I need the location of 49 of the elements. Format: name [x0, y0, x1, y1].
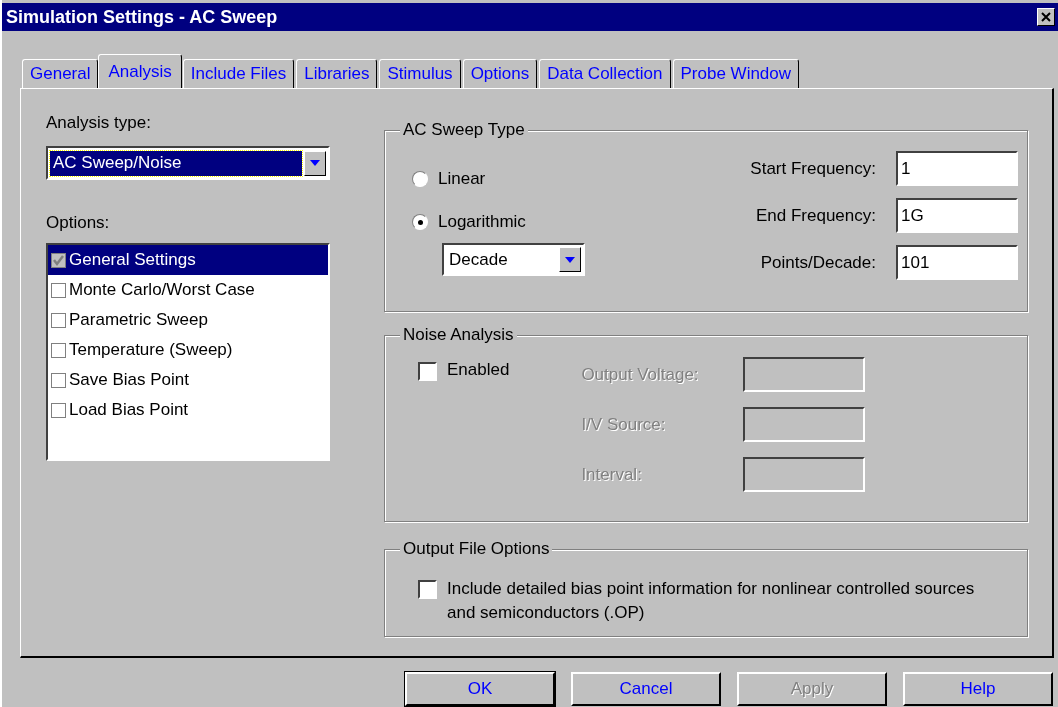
caret-icon: [310, 160, 320, 166]
dialog-button[interactable]: OK: [405, 672, 555, 706]
field-label: Interval:: [581, 464, 643, 485]
list-item[interactable]: General Settings: [48, 245, 328, 275]
list-item[interactable]: Temperature (Sweep): [48, 335, 328, 365]
tab[interactable]: Probe Window: [672, 59, 800, 88]
checkbox[interactable]: [51, 342, 66, 358]
close-icon: [1040, 11, 1052, 23]
tab[interactable]: Stimulus: [379, 59, 461, 88]
input-field[interactable]: 1: [896, 151, 1018, 186]
field-label: Points/Decade:: [760, 252, 876, 273]
close-button[interactable]: [1037, 8, 1055, 26]
step-dropdown[interactable]: Decade: [442, 243, 585, 276]
checkbox[interactable]: [51, 282, 66, 298]
tab[interactable]: Options: [462, 59, 538, 88]
tab[interactable]: Data Collection: [539, 59, 671, 88]
list-item[interactable]: Save Bias Point: [48, 365, 328, 395]
radio-button[interactable]: [412, 214, 428, 230]
field-label: Options:: [46, 212, 111, 234]
tab[interactable]: Analysis: [98, 54, 182, 88]
radio-label: Logarithmic: [438, 211, 526, 233]
window-title: Simulation Settings - AC Sweep: [6, 6, 278, 28]
input-field[interactable]: 101: [896, 245, 1018, 280]
checkbox-label: Include detailed bias point information for nonlinear controlled sources and semiconductors (.OP): [447, 578, 976, 624]
list-item[interactable]: Parametric Sweep: [48, 305, 328, 335]
checkbox[interactable]: [418, 362, 437, 381]
analysis-type-dropdown[interactable]: AC Sweep/Noise: [46, 146, 330, 180]
field-label: I/V Source:: [581, 414, 667, 435]
checkbox[interactable]: [51, 252, 66, 268]
radio-button[interactable]: [412, 171, 428, 187]
field-label: Output Voltage:: [581, 364, 700, 385]
checkbox[interactable]: [418, 580, 437, 599]
field-label: Analysis type:: [46, 112, 152, 134]
dialog-button[interactable]: Cancel: [571, 672, 721, 706]
tab[interactable]: Include Files: [182, 59, 295, 88]
tab[interactable]: General: [22, 59, 99, 88]
checkbox[interactable]: [51, 372, 66, 388]
list-item[interactable]: Load Bias Point: [48, 395, 328, 425]
tab[interactable]: Libraries: [296, 59, 378, 88]
checkbox[interactable]: [51, 402, 66, 418]
field-label: Start Frequency:: [750, 158, 876, 179]
dialog-button[interactable]: Help: [903, 672, 1053, 706]
input-field[interactable]: 1G: [896, 198, 1018, 233]
field-label: End Frequency:: [756, 205, 876, 226]
list-item[interactable]: Monte Carlo/Worst Case: [48, 275, 328, 305]
checkbox[interactable]: [51, 312, 66, 328]
checkbox-label: Enabled: [447, 359, 510, 381]
caret-icon: [565, 256, 575, 263]
radio-label: Linear: [438, 168, 486, 190]
